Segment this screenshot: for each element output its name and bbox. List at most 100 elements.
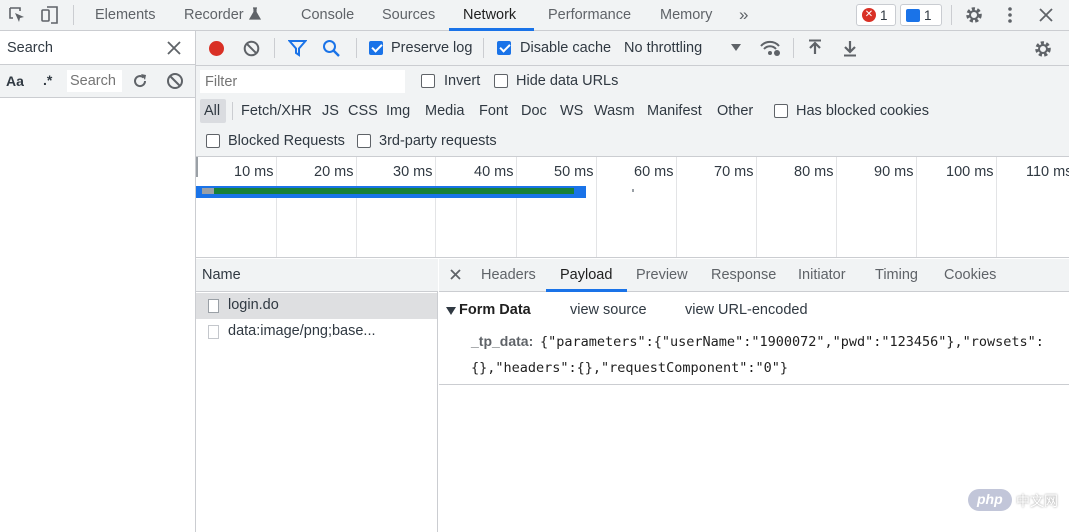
flask-icon [249,7,261,21]
blocked-requests-checkbox[interactable] [206,134,220,148]
filter-bar: Invert Hide data URLs All Fetch/XHR JS C… [196,66,1069,157]
timeline-gridline [756,157,757,257]
timeline-tick-label: 40 ms [474,164,514,180]
regex-toggle[interactable]: .* [43,72,52,88]
filter-input[interactable] [200,70,405,93]
tab-initiator[interactable]: Initiator [798,259,846,292]
tab-elements[interactable]: Elements [95,0,155,31]
has-blocked-cookies-label[interactable]: Has blocked cookies [796,103,929,119]
inspect-element-icon[interactable] [6,4,28,26]
view-url-encoded-link[interactable]: view URL-encoded [685,302,808,318]
filter-ws[interactable]: WS [560,96,583,126]
php-logo-text: php [977,491,1003,507]
timeline-gridline [435,157,436,257]
tab-network[interactable]: Network [463,0,516,31]
blocked-requests-label[interactable]: Blocked Requests [228,133,345,149]
third-party-checkbox[interactable] [357,134,371,148]
tab-timing[interactable]: Timing [875,259,918,292]
invert-checkbox[interactable] [421,74,435,88]
waterfall-bar-data-url [632,189,634,192]
collapse-triangle-icon[interactable] [446,307,456,315]
device-toolbar-icon[interactable] [39,4,61,26]
export-har-icon[interactable] [842,39,858,57]
document-icon [208,299,219,313]
tab-preview[interactable]: Preview [636,259,688,292]
timeline-overview[interactable]: 10 ms 20 ms 30 ms 40 ms 50 ms 60 ms 70 m… [196,157,1069,258]
details-tab-bar: Headers Payload Preview Response Initiat… [439,259,1069,292]
timeline-start-handle[interactable] [196,157,198,177]
hide-data-urls-checkbox[interactable] [494,74,508,88]
errors-badge[interactable]: ✕ 1 [856,4,896,26]
view-source-link[interactable]: view source [570,302,647,318]
record-button[interactable] [208,40,225,57]
timeline-tick-label: 80 ms [794,164,834,180]
preserve-log-checkbox[interactable] [369,41,383,55]
tab-memory[interactable]: Memory [660,0,712,31]
tab-sources[interactable]: Sources [382,0,435,31]
filter-wasm[interactable]: Wasm [594,96,635,126]
tab-payload[interactable]: Payload [560,259,612,292]
form-data-title[interactable]: Form Data [459,302,531,318]
throttling-select[interactable]: No throttling [624,40,702,56]
refresh-icon[interactable] [131,72,149,90]
preserve-log-label[interactable]: Preserve log [391,40,472,56]
tab-console[interactable]: Console [301,0,354,31]
search-icon[interactable] [322,39,341,58]
filter-js[interactable]: JS [322,96,339,126]
match-case-toggle[interactable]: Aa [6,73,24,89]
filter-media[interactable]: Media [425,96,465,126]
filter-font[interactable]: Font [479,96,508,126]
search-panel-toolbar: Aa .* [0,65,195,98]
payload-param-value-line2: {},"headers":{},"requestComponent":"0"} [471,360,788,376]
close-search-panel-icon[interactable] [166,40,182,56]
tab-performance[interactable]: Performance [548,0,631,31]
name-column-header[interactable]: Name [202,267,241,283]
search-panel-header: Search [0,31,195,65]
close-devtools-icon[interactable] [1035,4,1057,26]
timeline-gridline [916,157,917,257]
network-settings-gear-icon[interactable] [1032,38,1054,60]
hide-data-urls-label[interactable]: Hide data URLs [516,73,618,89]
more-tabs-button[interactable]: » [739,0,748,31]
disable-cache-label[interactable]: Disable cache [520,40,611,56]
timeline-tick-label: 100 ms [946,164,994,180]
network-conditions-icon[interactable] [759,39,781,57]
timeline-gridline [836,157,837,257]
tab-headers[interactable]: Headers [481,259,536,292]
filter-css[interactable]: CSS [348,96,378,126]
clear-search-icon[interactable] [166,72,184,90]
payload-param-key: _tp_data: [471,333,534,349]
messages-badge[interactable]: 1 [900,4,942,26]
request-row-selected[interactable]: login.do [196,293,437,319]
close-details-icon[interactable] [449,268,462,281]
filter-other[interactable]: Other [717,96,753,126]
filter-fetch-xhr[interactable]: Fetch/XHR [241,96,312,126]
import-har-icon[interactable] [807,39,823,57]
settings-gear-icon[interactable] [963,4,985,26]
filter-img[interactable]: Img [386,96,410,126]
filter-manifest[interactable]: Manifest [647,96,702,126]
dropdown-arrow-icon[interactable] [731,44,741,51]
payload-param-value-line1: {"parameters":{"userName":"1900072","pwd… [540,334,1044,350]
timeline-tick-label: 30 ms [393,164,433,180]
error-count: 1 [880,7,888,23]
divider [356,38,357,58]
request-row[interactable]: data:image/png;base... [196,319,437,345]
filter-all[interactable]: All [204,96,220,126]
devtools-tab-bar: Elements Recorder Console Sources Networ… [0,0,1069,31]
invert-label[interactable]: Invert [444,73,480,89]
filter-funnel-icon[interactable] [288,39,307,57]
image-file-icon [208,325,219,339]
third-party-label[interactable]: 3rd-party requests [379,133,497,149]
kebab-menu-icon[interactable] [999,4,1021,26]
request-name: login.do [228,297,279,313]
tab-cookies[interactable]: Cookies [944,259,996,292]
disable-cache-checkbox[interactable] [497,41,511,55]
filter-doc[interactable]: Doc [521,96,547,126]
tab-recorder[interactable]: Recorder [184,0,244,31]
tab-response[interactable]: Response [711,259,776,292]
has-blocked-cookies-checkbox[interactable] [774,104,788,118]
clear-log-icon[interactable] [243,40,260,57]
search-input[interactable] [67,70,122,92]
waterfall-bar-queue [202,188,214,194]
